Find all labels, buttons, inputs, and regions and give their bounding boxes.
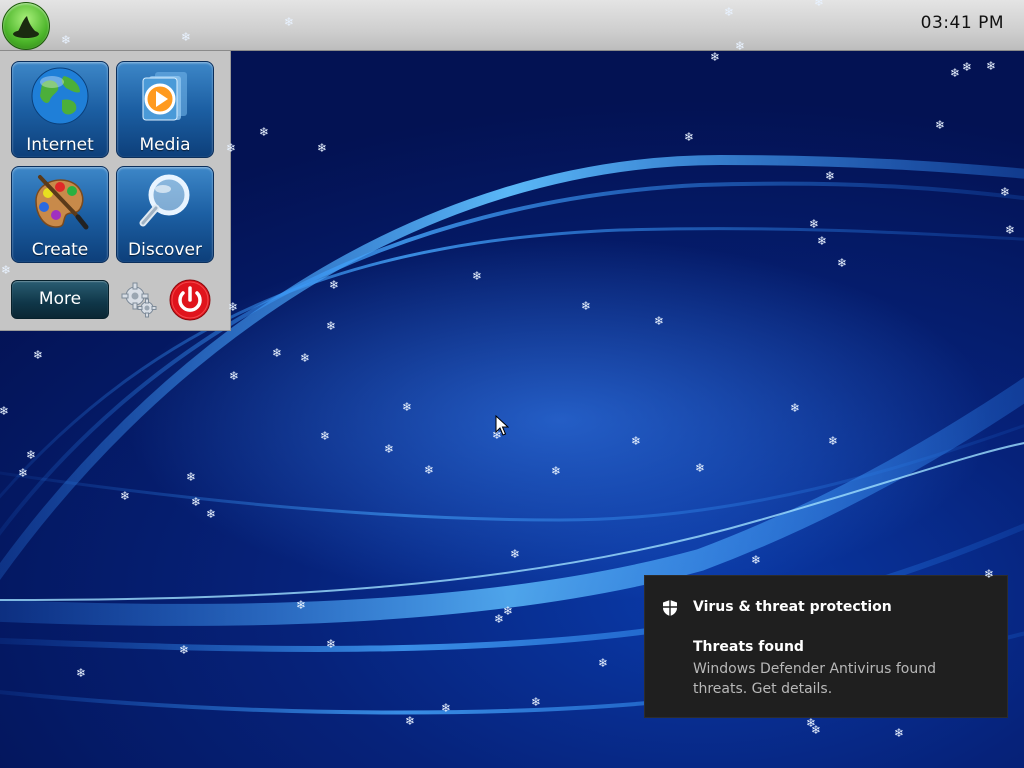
magnifier-icon bbox=[139, 174, 190, 227]
internet-tile-label: Internet bbox=[26, 135, 94, 155]
power-icon[interactable] bbox=[169, 279, 211, 321]
start-menu: Internet Media Create Discover More bbox=[0, 50, 231, 331]
start-button[interactable] bbox=[2, 2, 50, 50]
desktop[interactable]: 03:41 PM Internet Media Create Discover … bbox=[0, 0, 1024, 768]
clock: 03:41 PM bbox=[920, 13, 1004, 33]
gear-icon[interactable] bbox=[120, 281, 158, 319]
more-button[interactable]: More bbox=[11, 280, 109, 319]
media-tile-label: Media bbox=[139, 135, 191, 155]
notification-body: Windows Defender Antivirus found threats… bbox=[693, 661, 936, 697]
play-icon bbox=[142, 72, 187, 121]
threat-notification[interactable]: Virus & threat protection Threats found … bbox=[644, 575, 1008, 718]
media-tile[interactable]: Media bbox=[116, 61, 214, 158]
create-tile-label: Create bbox=[31, 240, 89, 260]
shield-icon bbox=[663, 600, 677, 616]
create-tile[interactable]: Create bbox=[11, 166, 109, 263]
notification-app-name: Virus & threat protection bbox=[693, 599, 892, 615]
paint-palette-icon bbox=[35, 175, 89, 230]
top-bar: 03:41 PM bbox=[0, 0, 1024, 51]
notification-title: Threats found bbox=[693, 639, 804, 655]
wizard-hat-icon bbox=[13, 16, 39, 38]
discover-tile-label: Discover bbox=[128, 240, 202, 260]
discover-tile[interactable]: Discover bbox=[116, 166, 214, 263]
mouse-cursor-icon bbox=[495, 415, 509, 436]
internet-tile[interactable]: Internet bbox=[11, 61, 109, 158]
globe-icon bbox=[31, 67, 89, 125]
